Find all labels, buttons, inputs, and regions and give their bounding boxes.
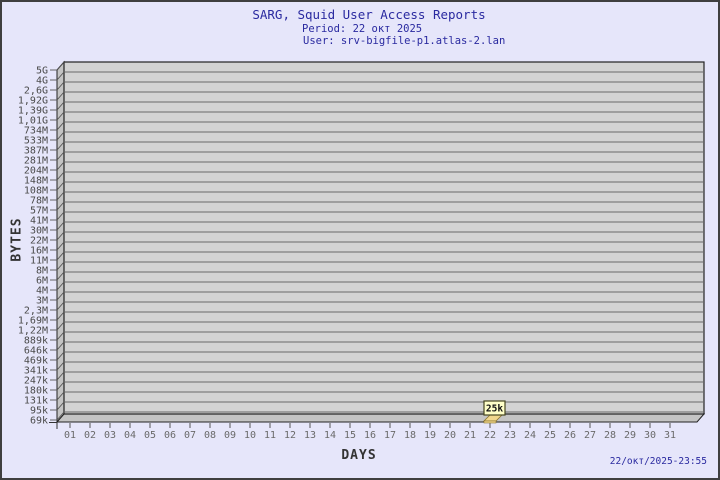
bar-front-face [483, 420, 497, 424]
x-tick-label: 24 [524, 430, 536, 441]
x-tick-label: 12 [284, 430, 296, 441]
x-tick-label: 21 [464, 430, 476, 441]
sarg-report-graph-window: SARG, Squid User Access Reports Period: … [0, 0, 720, 480]
x-tick-label: 11 [264, 430, 276, 441]
x-tick-label: 22 [484, 430, 496, 441]
x-tick-label: 18 [404, 430, 416, 441]
x-axis-ticks: 01 02 03 04 05 06 07 08 09 10 11 12 13 14 15 16 17 18 19 20… [64, 423, 676, 441]
x-tick-label: 16 [364, 430, 376, 441]
x-tick-label: 28 [604, 430, 616, 441]
y-axis-title: BYTES [9, 217, 25, 262]
x-tick-label: 06 [164, 430, 176, 441]
x-tick-label: 29 [624, 430, 636, 441]
x-tick-label: 14 [324, 430, 336, 441]
x-tick-label: 01 [64, 430, 76, 441]
x-tick-label: 10 [244, 430, 256, 441]
bar-value-label: 25k [486, 404, 503, 415]
x-tick-label: 02 [84, 430, 96, 441]
x-tick-label: 31 [664, 430, 676, 441]
x-tick-label: 17 [384, 430, 396, 441]
x-tick-label: 19 [424, 430, 436, 441]
report-timestamp: 22/окт/2025-23:55 [609, 456, 707, 467]
x-tick-label: 30 [644, 430, 656, 441]
x-tick-label: 23 [504, 430, 516, 441]
x-tick-label: 07 [184, 430, 196, 441]
x-tick-label: 08 [204, 430, 216, 441]
bytes-per-day-chart: 5G4G2,6G1,92G1,39G1,01G734M533M387M281M2… [18, 60, 706, 441]
x-tick-label: 15 [344, 430, 356, 441]
plot-wall [63, 61, 705, 415]
x-tick-label: 13 [304, 430, 316, 441]
x-tick-label: 26 [564, 430, 576, 441]
x-tick-label: 20 [444, 430, 456, 441]
x-tick-label: 05 [144, 430, 156, 441]
x-tick-label: 03 [104, 430, 116, 441]
x-tick-label: 09 [224, 430, 236, 441]
x-tick-label: 04 [124, 430, 136, 441]
y-tick-label: 69k [30, 416, 48, 427]
floor [55, 413, 706, 423]
x-tick-label: 27 [584, 430, 596, 441]
x-tick-label: 25 [544, 430, 556, 441]
